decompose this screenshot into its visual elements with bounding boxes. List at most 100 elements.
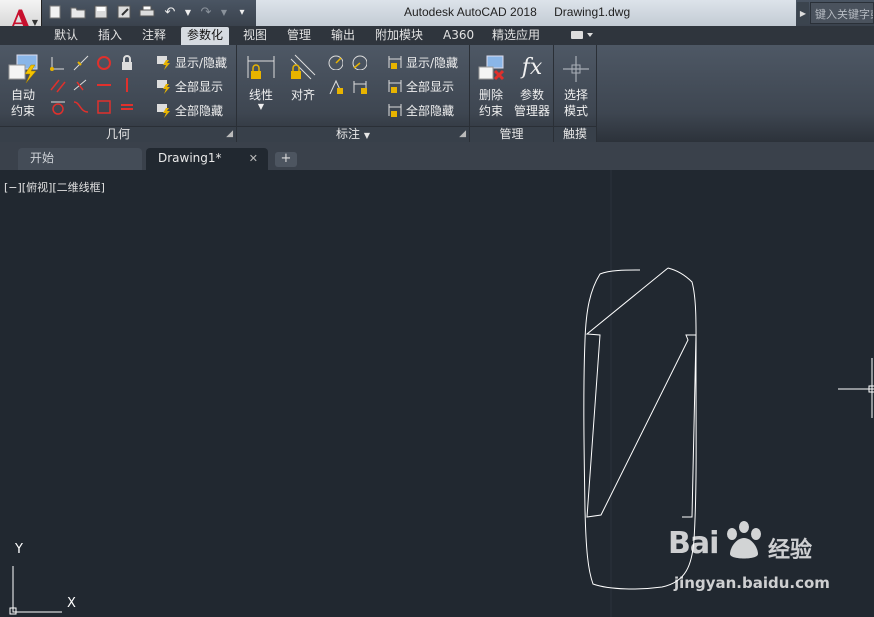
watermark-brand: Bai bbox=[668, 526, 719, 561]
dimension-show-hide-button[interactable]: 显示/隐藏 bbox=[387, 52, 458, 72]
diameter-dimension-button[interactable] bbox=[327, 76, 343, 96]
diameter-dimension-icon bbox=[329, 79, 343, 94]
save-as-icon[interactable] bbox=[115, 3, 133, 21]
collinear-constraint-icon[interactable] bbox=[69, 52, 92, 74]
ribbon-tab-bar: 默认 插入 注释 参数化 视图 管理 输出 附加模块 A360 精选应用 bbox=[0, 26, 874, 45]
print-icon[interactable] bbox=[138, 3, 156, 21]
ribbon-panel-area: 自动 约束 显示/隐藏 全部显示 全部隐藏 几何 ◢ 线性 ▼ 对齐 显示/隐藏… bbox=[0, 45, 874, 142]
dimension-show-all-button[interactable]: 全部显示 bbox=[387, 76, 454, 96]
parameters-manager-label-1: 参数 bbox=[519, 88, 544, 102]
panel-dimension: 线性 ▼ 对齐 显示/隐藏 全部显示 全部隐藏 标注 ▼ ◢ bbox=[237, 45, 470, 142]
file-tab-drawing1-label: Drawing1* bbox=[158, 151, 222, 165]
delete-constraints-button[interactable]: 删除 约束 bbox=[473, 53, 509, 119]
open-icon[interactable] bbox=[69, 3, 87, 21]
convert-dimension-button[interactable] bbox=[351, 76, 367, 96]
panel-touch-title-text: 触摸 bbox=[562, 127, 587, 141]
panel-manage-title: 管理 bbox=[470, 126, 553, 142]
perpendicular-constraint-icon[interactable] bbox=[69, 74, 92, 96]
show-all-constraint-icon bbox=[157, 80, 170, 94]
file-tab-drawing1[interactable]: Drawing1* ✕ bbox=[146, 148, 268, 170]
panel-dimension-title[interactable]: 标注 ▼ ◢ bbox=[237, 126, 469, 142]
linear-dimension-button[interactable]: 线性 ▼ bbox=[243, 53, 279, 111]
parameters-manager-button[interactable]: fx 参数 管理器 bbox=[510, 53, 554, 119]
angular-dimension-icon bbox=[328, 55, 343, 70]
new-tab-button[interactable]: + bbox=[275, 152, 297, 167]
tab-output[interactable]: 输出 bbox=[325, 27, 361, 45]
file-tab-start[interactable]: 开始 bbox=[18, 148, 142, 170]
search-expand-icon[interactable]: ▶ bbox=[797, 2, 809, 24]
watermark-suffix: 经验 bbox=[768, 538, 813, 563]
select-mode-button[interactable]: 选择 模式 bbox=[556, 53, 596, 119]
equal-constraint-icon[interactable] bbox=[115, 96, 138, 118]
app-title: Autodesk AutoCAD 2018 bbox=[404, 5, 537, 19]
tab-addins[interactable]: 附加模块 bbox=[369, 27, 429, 45]
geometry-hide-all-button[interactable]: 全部隐藏 bbox=[156, 100, 223, 120]
new-icon[interactable] bbox=[46, 3, 64, 21]
chevron-down-icon[interactable]: ▼ bbox=[364, 131, 370, 140]
panel-geometry-title-text: 几何 bbox=[105, 127, 130, 141]
fix-constraint-icon[interactable] bbox=[115, 52, 138, 74]
ucs-icon bbox=[9, 566, 62, 615]
auto-constrain-icon bbox=[8, 54, 38, 84]
smooth-constraint-icon[interactable] bbox=[69, 96, 92, 118]
quick-access-toolbar: ↶ ▼ ↷ ▼ ▾ bbox=[46, 3, 251, 21]
close-icon[interactable]: ✕ bbox=[249, 148, 258, 169]
auto-constrain-button[interactable]: 自动 约束 bbox=[4, 53, 42, 119]
dimension-hide-all-button[interactable]: 全部隐藏 bbox=[387, 100, 454, 120]
tab-default[interactable]: 默认 bbox=[48, 27, 84, 45]
title-bar: A ▼ ↶ ▼ ↷ ▼ ▾ Autodesk AutoCAD 2018 Draw… bbox=[0, 0, 874, 40]
panel-geometry: 自动 约束 显示/隐藏 全部显示 全部隐藏 几何 ◢ bbox=[0, 45, 237, 142]
chevron-down-icon[interactable]: ▼ bbox=[184, 3, 192, 21]
linear-dimension-icon bbox=[247, 56, 275, 79]
geometry-show-hide-button[interactable]: 显示/隐藏 bbox=[156, 52, 227, 72]
concentric-constraint-icon[interactable] bbox=[92, 52, 115, 74]
undo-icon[interactable]: ↶ bbox=[161, 3, 179, 21]
save-icon[interactable] bbox=[92, 3, 110, 21]
delete-constraints-label-2: 约束 bbox=[478, 104, 503, 118]
chevron-down-icon[interactable]: ▼ bbox=[220, 3, 228, 21]
tab-parametric[interactable]: 参数化 bbox=[181, 27, 230, 45]
parameters-manager-label-2: 管理器 bbox=[513, 104, 550, 118]
window-title: Autodesk AutoCAD 2018 Drawing1.dwg bbox=[404, 5, 644, 19]
inner-polyline[interactable] bbox=[585, 267, 697, 518]
tab-view[interactable]: 视图 bbox=[237, 27, 273, 45]
file-tab-start-label: 开始 bbox=[30, 151, 55, 165]
ucs-x-label: X bbox=[67, 596, 76, 611]
tab-featured-apps[interactable]: 精选应用 bbox=[486, 27, 546, 45]
panel-dimension-title-text: 标注 bbox=[336, 127, 361, 141]
hide-all-constraint-icon bbox=[157, 104, 170, 118]
tab-insert[interactable]: 插入 bbox=[92, 27, 128, 45]
dimension-show-all-label: 全部显示 bbox=[406, 79, 455, 94]
ribbon-display-toggle-icon[interactable] bbox=[568, 29, 596, 42]
radial-dimension-button[interactable] bbox=[351, 52, 367, 72]
hide-all-dimension-icon bbox=[388, 104, 402, 117]
panel-geometry-title[interactable]: 几何 ◢ bbox=[0, 126, 236, 142]
geometric-constraints-grid bbox=[46, 52, 138, 118]
tab-annotate[interactable]: 注释 bbox=[136, 27, 172, 45]
angular-dimension-button[interactable] bbox=[327, 52, 343, 72]
ucs-y-label: Y bbox=[15, 542, 23, 557]
search-input[interactable]: 键入关键字或短语 bbox=[810, 2, 874, 24]
redo-icon[interactable]: ↷ bbox=[197, 3, 215, 21]
vertical-constraint-icon[interactable] bbox=[115, 74, 138, 96]
aligned-dimension-button[interactable]: 对齐 bbox=[285, 53, 321, 103]
aligned-dimension-icon bbox=[290, 54, 316, 80]
panel-launcher-icon[interactable]: ◢ bbox=[459, 127, 466, 142]
tab-manage[interactable]: 管理 bbox=[281, 27, 317, 45]
symmetric-constraint-icon[interactable] bbox=[92, 96, 115, 118]
parallel-constraint-icon[interactable] bbox=[46, 74, 69, 96]
panel-launcher-icon[interactable]: ◢ bbox=[226, 127, 233, 142]
geometry-show-hide-label: 显示/隐藏 bbox=[175, 55, 228, 70]
auto-constrain-label-2: 约束 bbox=[10, 104, 35, 118]
dimension-hide-all-label: 全部隐藏 bbox=[406, 103, 455, 118]
geometry-show-all-button[interactable]: 全部显示 bbox=[156, 76, 223, 96]
customize-icon[interactable]: ▾ bbox=[233, 3, 251, 21]
baidu-paw-icon bbox=[727, 521, 761, 559]
auto-constrain-label-1: 自动 bbox=[10, 88, 35, 102]
chevron-down-icon[interactable]: ▼ bbox=[243, 103, 279, 111]
baidu-watermark: Bai 经验 jingyan.baidu.com bbox=[668, 520, 838, 600]
horizontal-constraint-icon[interactable] bbox=[92, 74, 115, 96]
tab-a360[interactable]: A360 bbox=[437, 27, 480, 45]
tangent-constraint-icon[interactable] bbox=[46, 96, 69, 118]
coincident-constraint-icon[interactable] bbox=[46, 52, 69, 74]
